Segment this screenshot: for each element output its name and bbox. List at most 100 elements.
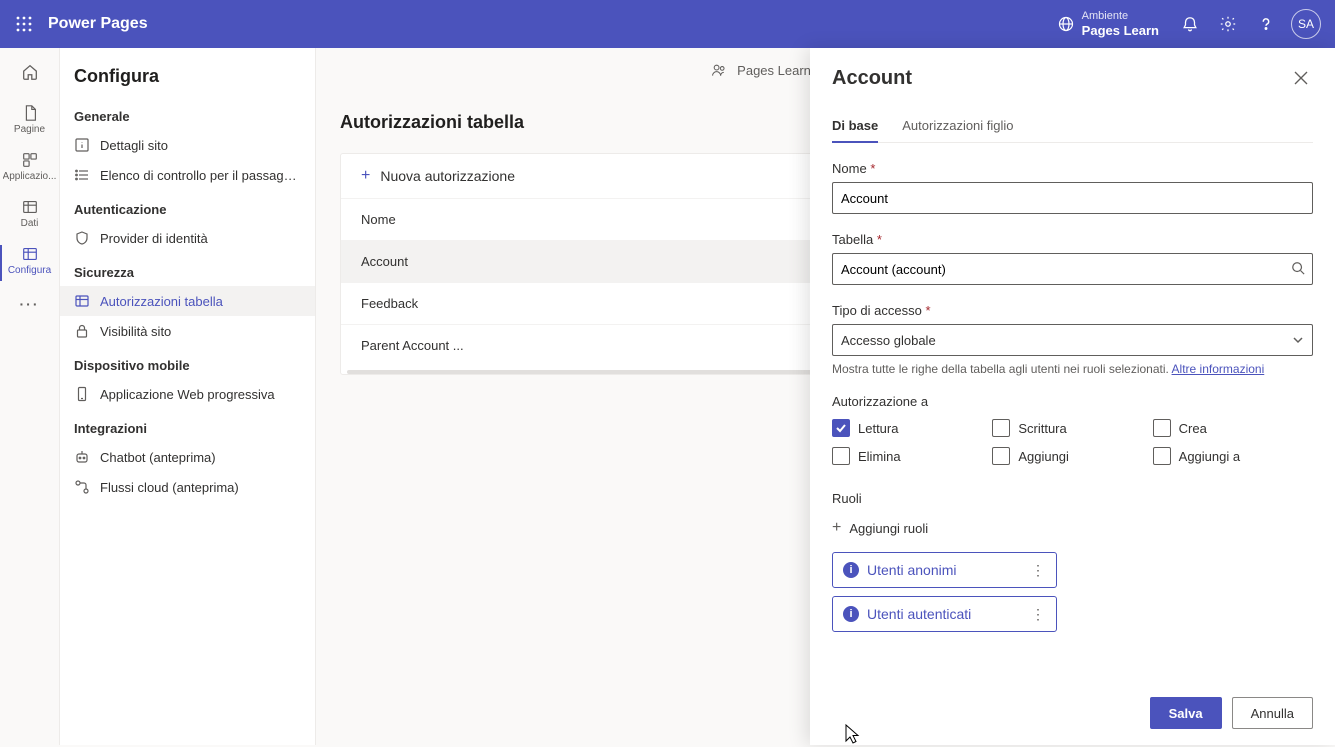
permission-checkbox[interactable]: Scrittura xyxy=(992,419,1152,437)
access-type-label: Tipo di accesso xyxy=(832,303,922,318)
sidebar: Configura Generale Dettagli sito Elenco di… xyxy=(60,48,316,745)
table-label: Tabella xyxy=(832,232,873,247)
plus-icon: + xyxy=(832,520,841,536)
environment-label: Ambiente xyxy=(1082,10,1159,23)
info-icon: i xyxy=(843,606,859,622)
notifications-button[interactable] xyxy=(1171,0,1209,48)
save-button[interactable]: Salva xyxy=(1150,697,1222,729)
add-roles-button[interactable]: + Aggiungi ruoli xyxy=(832,512,1313,544)
checkbox-label: Scrittura xyxy=(1018,421,1066,436)
sidebar-item[interactable]: Provider di identità xyxy=(60,223,315,253)
sidebar-group-header: Dispositivo mobile xyxy=(60,346,315,379)
checkbox-label: Aggiungi a xyxy=(1179,449,1240,464)
sidebar-item[interactable]: Dettagli sito xyxy=(60,130,315,160)
left-rail: Pagine Applicazio... Dati Configura ··· xyxy=(0,48,60,745)
phone-icon xyxy=(74,386,90,402)
rail-more-button[interactable]: ··· xyxy=(6,288,54,320)
bot-icon xyxy=(74,449,90,465)
permission-checkbox[interactable]: Elimina xyxy=(832,447,992,465)
sidebar-item[interactable]: Flussi cloud (anteprima) xyxy=(60,472,315,502)
checkbox-label: Lettura xyxy=(858,421,898,436)
rail-label-apps: Applicazio... xyxy=(3,171,57,182)
checkbox-box xyxy=(832,419,850,437)
name-input[interactable] xyxy=(832,182,1313,214)
row-name: Parent Account ... xyxy=(361,338,868,353)
sidebar-item[interactable]: Applicazione Web progressiva xyxy=(60,379,315,409)
role-chip[interactable]: i Utenti anonimi ⋮ xyxy=(832,552,1057,588)
user-avatar[interactable]: SA xyxy=(1291,9,1321,39)
rail-label-pages: Pagine xyxy=(3,124,57,135)
rail-label-data: Dati xyxy=(3,218,57,229)
permission-checkbox[interactable]: Aggiungi xyxy=(992,447,1152,465)
sidebar-item-label: Chatbot (anteprima) xyxy=(100,450,216,465)
tab-child-permissions[interactable]: Autorizzazioni figlio xyxy=(902,110,1013,142)
tab-basic[interactable]: Di base xyxy=(832,110,878,143)
table-lookup-input[interactable] xyxy=(832,253,1313,285)
sidebar-item[interactable]: Autorizzazioni tabella xyxy=(60,286,315,316)
permission-checkbox[interactable]: Lettura xyxy=(832,419,992,437)
rail-item-apps[interactable]: Applicazio... xyxy=(0,143,60,190)
role-label: Utenti autenticati xyxy=(867,606,971,622)
sidebar-item[interactable]: Elenco di controllo per il passaggio... xyxy=(60,160,315,190)
role-menu-button[interactable]: ⋮ xyxy=(1031,606,1046,623)
access-type-value: Accesso globale xyxy=(841,333,936,348)
rail-label-configure: Configura xyxy=(3,265,57,276)
sidebar-item-label: Provider di identità xyxy=(100,231,208,246)
access-type-select[interactable]: Accesso globale xyxy=(832,324,1313,356)
col-name: Nome xyxy=(361,212,868,227)
app-name: Power Pages xyxy=(48,15,148,33)
checkbox-box xyxy=(832,447,850,465)
new-permission-label: Nuova autorizzazione xyxy=(380,168,515,184)
flow-icon xyxy=(74,479,90,495)
sidebar-item[interactable]: Visibilità sito xyxy=(60,316,315,346)
role-label: Utenti anonimi xyxy=(867,562,957,578)
rail-item-data[interactable]: Dati xyxy=(0,190,60,237)
rail-item-pages[interactable]: Pagine xyxy=(0,96,60,143)
add-roles-label: Aggiungi ruoli xyxy=(849,521,928,536)
details-panel: Account Di base Autorizzazioni figlio No… xyxy=(810,48,1335,745)
checkbox-label: Aggiungi xyxy=(1018,449,1069,464)
permission-checkbox[interactable]: Crea xyxy=(1153,419,1313,437)
permission-checkbox[interactable]: Aggiungi a xyxy=(1153,447,1313,465)
role-menu-button[interactable]: ⋮ xyxy=(1031,562,1046,579)
info-icon: i xyxy=(843,562,859,578)
sidebar-item[interactable]: Chatbot (anteprima) xyxy=(60,442,315,472)
environment-picker[interactable]: Ambiente Pages Learn xyxy=(1058,10,1159,39)
search-icon xyxy=(1291,261,1305,275)
checkbox-label: Elimina xyxy=(858,449,901,464)
sidebar-item-label: Visibilità sito xyxy=(100,324,171,339)
role-chip[interactable]: i Utenti autenticati ⋮ xyxy=(832,596,1057,632)
environment-value: Pages Learn xyxy=(1082,23,1159,39)
access-hint: Mostra tutte le righe della tabella agli… xyxy=(832,362,1169,376)
cursor-icon xyxy=(840,723,860,747)
table-icon xyxy=(74,293,90,309)
sidebar-group-header: Sicurezza xyxy=(60,253,315,286)
sidebar-group-header: Integrazioni xyxy=(60,409,315,442)
chevron-down-icon xyxy=(1292,334,1304,346)
sidebar-title: Configura xyxy=(60,48,315,97)
sidebar-item-label: Dettagli sito xyxy=(100,138,168,153)
sidebar-item-label: Applicazione Web progressiva xyxy=(100,387,275,402)
sidebar-group-header: Autenticazione xyxy=(60,190,315,223)
cancel-button[interactable]: Annulla xyxy=(1232,697,1313,729)
sidebar-group-header: Generale xyxy=(60,97,315,130)
row-name: Account xyxy=(361,254,868,269)
panel-tabs: Di base Autorizzazioni figlio xyxy=(832,110,1313,143)
people-icon xyxy=(711,62,727,78)
lock-icon xyxy=(74,323,90,339)
access-hint-link[interactable]: Altre informazioni xyxy=(1172,362,1265,376)
app-launcher-button[interactable] xyxy=(8,8,40,40)
sidebar-item-label: Elenco di controllo per il passaggio... xyxy=(100,168,301,183)
settings-button[interactable] xyxy=(1209,0,1247,48)
help-button[interactable] xyxy=(1247,0,1285,48)
panel-close-button[interactable] xyxy=(1289,66,1313,90)
permissions-label: Autorizzazione a xyxy=(832,394,1313,409)
shield-icon xyxy=(74,230,90,246)
row-name: Feedback xyxy=(361,296,868,311)
info-icon xyxy=(74,137,90,153)
checkbox-box xyxy=(992,447,1010,465)
rail-item-configure[interactable]: Configura xyxy=(0,237,60,284)
sidebar-item-label: Autorizzazioni tabella xyxy=(100,294,223,309)
panel-title: Account xyxy=(832,67,912,90)
rail-home[interactable] xyxy=(6,54,54,90)
